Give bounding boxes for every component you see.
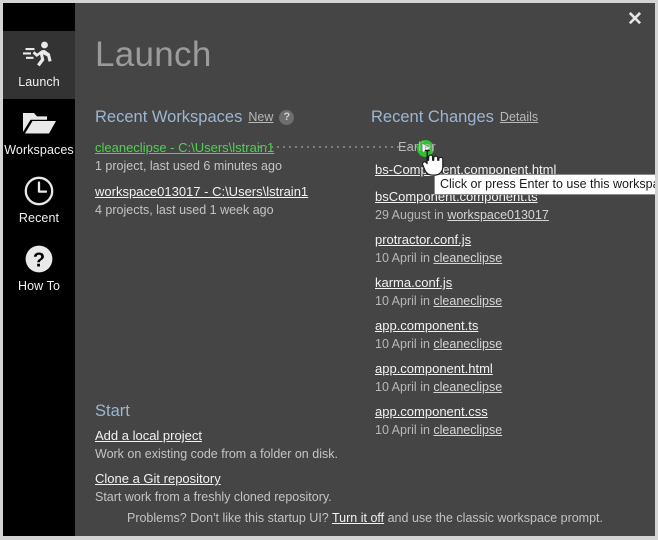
change-meta: 10 April in cleaneclipse xyxy=(375,251,621,265)
change-date: 10 April xyxy=(375,337,417,351)
tooltip: Click or press Enter to use this workspa… xyxy=(434,174,655,195)
change-meta: 10 April in cleaneclipse xyxy=(375,337,621,351)
page-title: Launch xyxy=(95,35,212,74)
recent-changes-heading-label: Recent Changes xyxy=(371,108,494,126)
svg-text:?: ? xyxy=(33,249,45,271)
recent-changes-heading: Recent Changes Details xyxy=(371,108,538,127)
change-file-link[interactable]: karma.conf.js xyxy=(375,275,452,290)
recent-workspaces-list: cleaneclipse - C:\Users\lstrain1 1 proje… xyxy=(95,139,363,227)
add-local-project-link[interactable]: Add a local project xyxy=(95,428,202,443)
change-workspace-link[interactable]: cleaneclipse xyxy=(433,251,502,265)
sidebar-item-how-to[interactable]: ? How To xyxy=(3,235,75,303)
question-icon: ? xyxy=(3,239,75,279)
workspace-meta: 1 project, last used 6 minutes ago xyxy=(95,159,282,173)
sidebar-item-workspaces-label: Workspaces xyxy=(4,143,74,157)
recent-changes-group-label: Earlier xyxy=(398,139,436,154)
change-in-word: in xyxy=(420,423,430,437)
help-icon[interactable]: ? xyxy=(279,110,295,125)
change-date: 29 August xyxy=(375,208,431,222)
main-panel: ✕ Launch Recent Workspaces New? Recent Ch… xyxy=(75,3,655,536)
new-workspace-link[interactable]: New xyxy=(248,110,273,124)
change-meta: 10 April in cleaneclipse xyxy=(375,380,621,394)
clock-icon xyxy=(3,171,75,211)
sidebar-item-launch-label: Launch xyxy=(18,75,60,89)
change-in-word: in xyxy=(420,337,430,351)
change-in-word: in xyxy=(420,380,430,394)
list-item[interactable]: Clone a Git repository Start work from a… xyxy=(95,470,355,504)
change-meta: 10 April in cleaneclipse xyxy=(375,294,621,308)
details-link[interactable]: Details xyxy=(500,110,538,124)
change-date: 10 April xyxy=(375,380,417,394)
change-file-link[interactable]: app.component.html xyxy=(375,361,493,376)
workspace-link[interactable]: workspace013017 - C:\Users\lstrain1 xyxy=(95,184,308,199)
runner-icon xyxy=(3,35,75,75)
change-date: 10 April xyxy=(375,251,417,265)
list-item[interactable]: app.component.ts 10 April in cleaneclips… xyxy=(371,317,621,351)
list-item[interactable]: app.component.html 10 April in cleanecli… xyxy=(371,360,621,394)
clone-git-repository-description: Start work from a freshly cloned reposit… xyxy=(95,490,332,504)
change-date: 10 April xyxy=(375,423,417,437)
workspace-link[interactable]: cleaneclipse - C:\Users\lstrain1 xyxy=(95,140,274,155)
launch-dialog-window: Launch Workspaces Recent ? How To ✕ Laun… xyxy=(0,0,658,540)
list-item[interactable]: workspace013017 - C:\Users\lstrain1 4 pr… xyxy=(95,183,363,217)
change-workspace-link[interactable]: cleaneclipse xyxy=(433,294,502,308)
change-file-link[interactable]: app.component.css xyxy=(375,404,488,419)
list-item[interactable]: Add a local project Work on existing cod… xyxy=(95,427,355,461)
add-local-project-description: Work on existing code from a folder on d… xyxy=(95,447,338,461)
change-workspace-link[interactable]: cleaneclipse xyxy=(433,380,502,394)
footer: Problems? Don't like this startup UI? Tu… xyxy=(75,511,655,525)
change-in-word: in xyxy=(420,251,430,265)
recent-workspaces-heading: Recent Workspaces New? xyxy=(95,108,295,127)
start-list: Add a local project Work on existing cod… xyxy=(95,427,355,513)
folder-icon xyxy=(3,103,75,143)
change-file-link[interactable]: protractor.conf.js xyxy=(375,232,471,247)
change-in-word: in xyxy=(420,294,430,308)
list-item[interactable]: protractor.conf.js 10 April in cleanecli… xyxy=(371,231,621,265)
change-meta: 29 August in workspace013017 xyxy=(375,208,621,222)
list-item[interactable]: app.component.css 10 April in cleaneclip… xyxy=(371,403,621,437)
footer-prefix: Problems? Don't like this startup UI? xyxy=(126,511,329,525)
workspace-meta: 4 projects, last used 1 week ago xyxy=(95,203,274,217)
close-icon[interactable]: ✕ xyxy=(623,8,647,32)
sidebar-item-recent-label: Recent xyxy=(18,211,60,225)
sidebar-item-workspaces[interactable]: Workspaces xyxy=(3,99,75,167)
change-file-link[interactable]: app.component.ts xyxy=(375,318,478,333)
sidebar-item-how-to-label: How To xyxy=(17,279,61,293)
change-workspace-link[interactable]: cleaneclipse xyxy=(433,423,502,437)
change-workspace-link[interactable]: workspace013017 xyxy=(447,208,548,222)
list-item[interactable]: karma.conf.js 10 April in cleaneclipse xyxy=(371,274,621,308)
list-item[interactable]: cleaneclipse - C:\Users\lstrain1 1 proje… xyxy=(95,139,363,173)
sidebar: Launch Workspaces Recent ? How To xyxy=(3,3,75,536)
change-workspace-link[interactable]: cleaneclipse xyxy=(433,337,502,351)
footer-suffix: and use the classic workspace prompt. xyxy=(387,511,603,525)
sidebar-item-launch[interactable]: Launch xyxy=(3,31,75,99)
turn-it-off-link[interactable]: Turn it off xyxy=(332,511,384,525)
change-date: 10 April xyxy=(375,294,417,308)
sidebar-item-recent[interactable]: Recent xyxy=(3,167,75,235)
clone-git-repository-link[interactable]: Clone a Git repository xyxy=(95,471,221,486)
recent-workspaces-heading-label: Recent Workspaces xyxy=(95,108,243,126)
change-in-word: in xyxy=(434,208,444,222)
change-meta: 10 April in cleaneclipse xyxy=(375,423,621,437)
start-heading: Start xyxy=(95,402,130,420)
